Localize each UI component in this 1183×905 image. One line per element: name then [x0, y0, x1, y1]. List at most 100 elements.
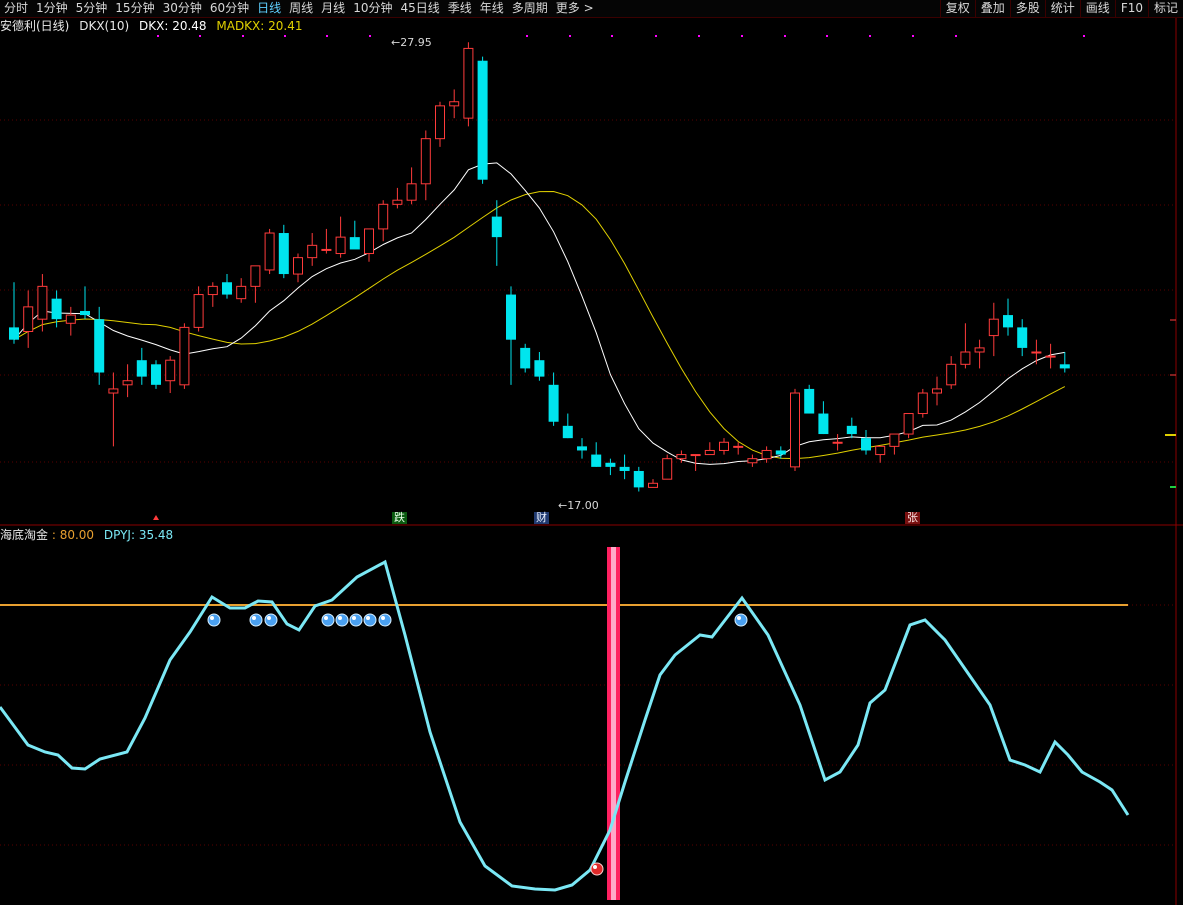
candle-body	[108, 388, 119, 394]
dpyj-line	[0, 559, 1130, 892]
candle-body	[974, 347, 985, 353]
signal-dot	[869, 35, 871, 37]
candle-body	[236, 285, 247, 300]
signal-dot	[955, 35, 957, 37]
candle-body	[676, 454, 687, 460]
candle-body	[491, 216, 502, 238]
blue-ball-marker	[207, 613, 221, 627]
candle-body	[818, 413, 829, 435]
event-tag-down[interactable]: 跌	[392, 512, 407, 524]
candle-body	[349, 237, 360, 250]
candle-body	[207, 285, 218, 296]
candle-body	[648, 482, 658, 488]
level-value: : 80.00	[51, 528, 95, 542]
candle-body	[477, 60, 488, 180]
ball-highlight	[381, 616, 385, 620]
candle-body	[619, 466, 630, 471]
sub-indicator-name[interactable]: 海底淘金	[0, 528, 48, 542]
signal-dot	[199, 35, 201, 37]
signal-dot	[284, 35, 286, 37]
dkx-value: DKX: 20.48	[139, 19, 207, 33]
price-marker	[1165, 434, 1176, 436]
candle-body	[861, 438, 871, 451]
event-tag-finance[interactable]: 财	[534, 512, 549, 524]
candle-body	[1003, 315, 1013, 328]
candle-body	[548, 384, 559, 422]
candle-body	[278, 233, 289, 275]
dpyj-value: DPYJ: 35.48	[103, 528, 174, 542]
signal-dot	[611, 35, 613, 37]
candle-body	[832, 441, 843, 444]
indicator-name[interactable]: DKX(10)	[79, 19, 129, 33]
blue-ball-marker	[349, 613, 363, 627]
signal-dot	[326, 35, 328, 37]
signal-dot	[242, 35, 244, 37]
chart-canvas[interactable]	[0, 0, 1183, 905]
candle-body	[605, 462, 616, 467]
candle-body	[932, 388, 942, 394]
candle-body	[307, 244, 318, 259]
candle-body	[520, 347, 531, 369]
candle-body	[94, 319, 105, 373]
blue-ball-marker	[378, 613, 392, 627]
candle-body	[903, 413, 914, 435]
candle-body	[193, 294, 204, 328]
candle-body	[392, 199, 403, 205]
candle-body	[633, 470, 644, 488]
blue-ball-marker	[734, 613, 748, 627]
candle-body	[917, 392, 928, 415]
candle-body	[136, 360, 147, 377]
ball-highlight	[593, 865, 597, 869]
signal-dot	[912, 35, 914, 37]
candle-body	[122, 380, 133, 386]
candle-body	[562, 425, 573, 439]
candle-body	[846, 425, 857, 435]
signal-dot	[698, 35, 700, 37]
signal-bar-core	[611, 547, 616, 900]
main-panel-header: 安德利(日线) DKX(10) DKX: 20.48 MADKX: 20.41	[0, 19, 308, 33]
candle-body	[704, 449, 715, 456]
ball-highlight	[210, 616, 214, 620]
low-price-label: ←17.00	[558, 499, 599, 512]
alert-marker	[153, 515, 159, 520]
candle-body	[747, 458, 758, 464]
candle-body	[9, 327, 19, 340]
candle-body	[719, 441, 729, 451]
ball-highlight	[267, 616, 271, 620]
candle-body	[889, 433, 900, 447]
candle-body	[293, 257, 303, 275]
candle-body	[264, 232, 275, 271]
candle-body	[250, 265, 261, 287]
high-price-label: ←27.95	[391, 36, 432, 49]
candle-body	[165, 359, 176, 382]
candle-body	[662, 458, 673, 480]
candle-body	[506, 294, 516, 340]
signal-dot	[655, 35, 657, 37]
candle-body	[761, 449, 772, 460]
stock-name[interactable]: 安德利(日线)	[0, 19, 69, 33]
candle-body	[463, 47, 474, 119]
signal-dot	[1083, 35, 1085, 37]
candle-body	[420, 138, 431, 185]
blue-ball-marker	[264, 613, 278, 627]
candle-body	[1045, 355, 1056, 358]
candle-body	[1059, 364, 1070, 369]
candle-body	[65, 314, 76, 324]
blue-ball-marker	[363, 613, 377, 627]
candle-body	[875, 445, 886, 456]
ball-highlight	[352, 616, 356, 620]
candle-body	[690, 454, 701, 457]
candle-body	[534, 360, 545, 377]
signal-dot	[526, 35, 528, 37]
madkx-value: MADKX: 20.41	[216, 19, 303, 33]
blue-ball-marker	[335, 613, 349, 627]
signal-dot	[741, 35, 743, 37]
blue-ball-marker	[321, 613, 335, 627]
candle-body	[378, 203, 389, 230]
candle-body	[435, 105, 445, 140]
candle-body	[804, 388, 815, 414]
signal-dot	[369, 35, 371, 37]
signal-dot	[569, 35, 571, 37]
signal-dot	[784, 35, 786, 37]
event-tag-up[interactable]: 张	[905, 512, 920, 524]
